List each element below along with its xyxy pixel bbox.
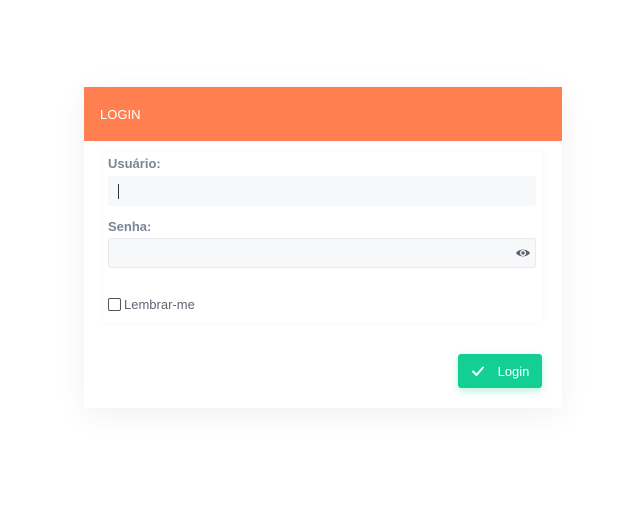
remember-me[interactable]: Lembrar-me <box>108 297 195 312</box>
password-label: Senha: <box>108 219 152 234</box>
text-caret <box>118 184 119 199</box>
login-card: LOGIN Usuário: Senha: Lembrar-me Login <box>84 87 562 408</box>
password-input[interactable] <box>108 238 536 268</box>
remember-checkbox[interactable] <box>108 298 121 311</box>
login-button-label: Login <box>497 363 530 379</box>
remember-label: Lembrar-me <box>124 297 195 312</box>
check-icon <box>471 364 485 378</box>
username-input[interactable] <box>108 176 536 206</box>
username-label: Usuário: <box>108 156 161 171</box>
card-header: LOGIN <box>84 87 562 141</box>
eye-icon[interactable] <box>515 246 531 260</box>
card-title: LOGIN <box>100 106 141 122</box>
login-form: Usuário: Senha: Lembrar-me <box>104 151 542 323</box>
login-button[interactable]: Login <box>458 354 542 388</box>
